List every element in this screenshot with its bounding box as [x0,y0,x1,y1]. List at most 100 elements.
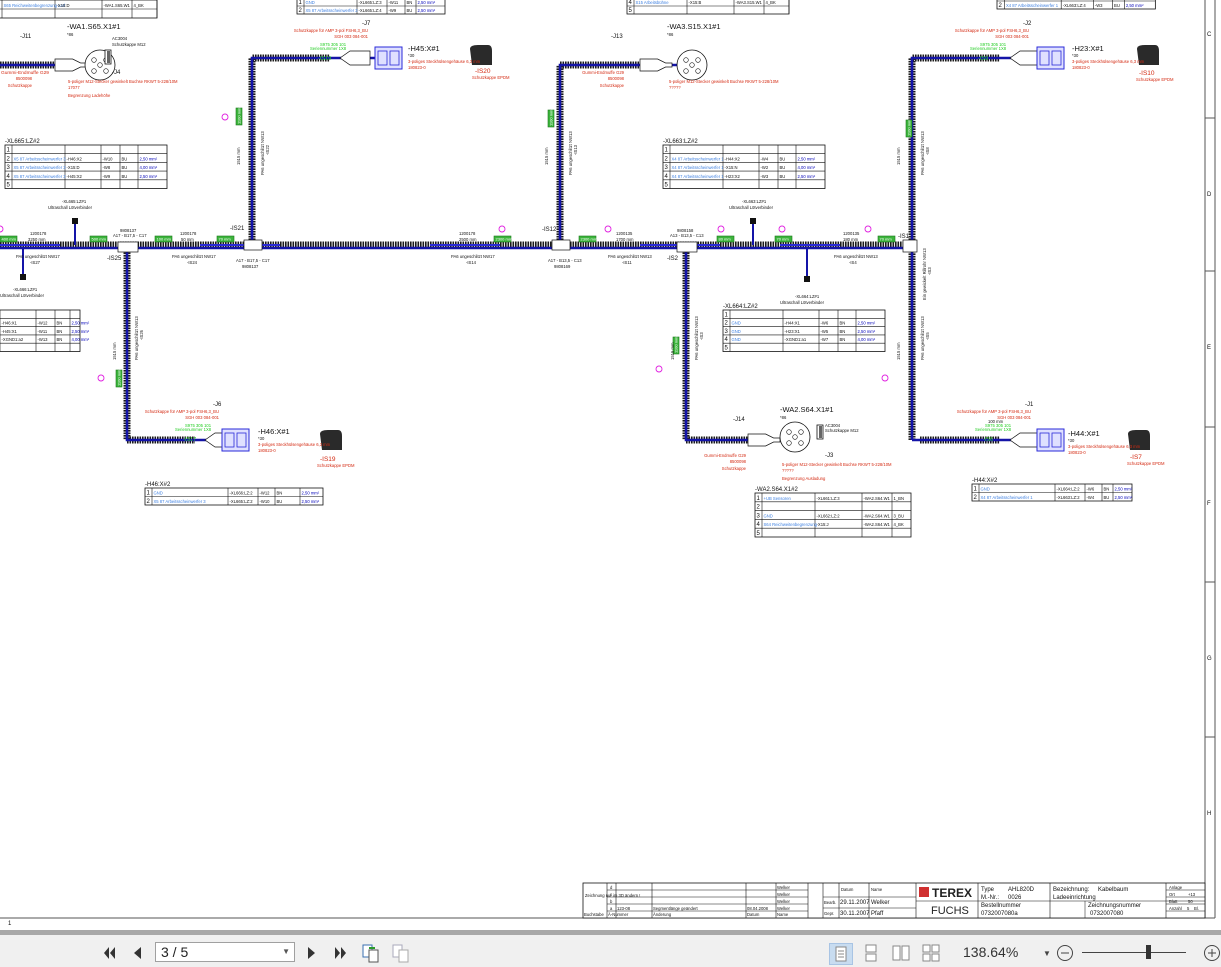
segment-length: 3250 mm [28,237,46,242]
previous-page-button[interactable] [128,943,146,963]
continuous-facing-view-button[interactable] [920,943,942,963]
boot-name: Schutzkappe für AMP 3-pol FSH6,3_BU [955,28,1029,33]
segment-id: -IS22 [265,144,270,155]
table-cell: -X15:D [57,3,70,8]
zoom-dropdown-icon[interactable]: ▼ [1042,943,1052,963]
table-cell: BU [122,165,128,170]
boot-id: -J13 [611,34,623,40]
plus-circle-icon [1204,945,1220,961]
mnr-value: 0026 [1008,895,1022,901]
length-tag: 2300 mm [493,235,513,243]
connector-code: *86 [780,415,787,420]
connector-title: -H45:X#1 [408,44,440,53]
zoom-out-button[interactable] [1056,943,1074,963]
segment-type: PA6 ungeschlitzt NW17 [451,254,495,259]
revision-header: Buchstabe [584,912,604,917]
table-cell: BN [840,337,846,342]
chevron-down-icon[interactable]: ▼ [282,943,290,961]
table-cell: -W11 [38,329,48,334]
table-cell: -XGND1:a2 [2,337,24,342]
segment-length: 2500 mm [459,237,477,242]
label: Type [981,887,995,893]
boot-name: Gummi-Endmuffe G29 [582,70,624,75]
revision-name: Welker [777,892,791,897]
length-tag: 80 mm [716,235,735,243]
connector-title: -H23:X#1 [1072,44,1104,53]
table-cell: 2,50 mm² [418,8,436,13]
next-page-icon [308,947,315,959]
boot-id: -J11 [20,34,32,40]
bestell-value: 0732007080a [981,911,1018,917]
revision-change: Segmentlänge geändert [653,906,699,911]
length-tag-text: 80 mm [719,237,732,242]
zoom-in-button[interactable] [1203,943,1221,963]
segment-part: 1200178 [30,231,47,236]
table-cell: 1_BN [894,496,904,501]
length-tag: 70 mm [774,235,793,243]
single-page-view-button[interactable] [829,943,853,965]
segment-length: 50 mm [181,237,194,242]
table-cell: -WA2.S64.W1 [864,513,891,518]
brand-fuchs: FUCHS [931,905,969,917]
cap-name: Schutzkappe EPDM [1127,461,1165,466]
segment-type: PA6 ungeschlitzt NW17 [16,254,60,259]
cap-name: Schutzkappe EPDM [472,75,510,80]
next-view-icon [392,944,409,963]
cable-harness [0,54,1037,444]
cap-id: -J3 [825,453,834,459]
page-number-input[interactable]: 3 / 5 ▼ [155,942,295,962]
zoom-slider-thumb[interactable] [1145,945,1151,959]
table-cell: -X15:D [67,165,80,170]
bezeichnung-value: Kabelbaum [1098,887,1128,893]
next-view-button[interactable] [390,943,412,963]
title-note: Zeichnung nur im 3D ändern ! [585,893,640,898]
segment-id: -IS27 [30,260,41,265]
segment-part: 1200135 [616,231,633,236]
tee-id: -IS12 [542,227,557,233]
seal-id: -IS9 [978,56,988,62]
boot-id: -J6 [213,402,222,408]
table-cell: X4 87 Arbeitsscheinwerfer 1 [672,165,725,170]
zoom-level[interactable]: 138.64% [963,944,1018,960]
connector-desc: 3-poliges Steckhülsengehäuse 6,3 mm [1072,59,1145,64]
last-page-icon [335,947,346,959]
blatt-value: 50 [1188,899,1193,904]
previous-view-button[interactable] [360,943,382,963]
table-cell: 2,50 mm² [140,174,158,179]
boot-type: Schutzkappe [722,466,747,471]
table-cell: BU [1104,495,1110,500]
title-block: Zeichnung nur im 3D ändern !dcbaWelkerWe… [582,882,1206,919]
table-cell: 4_BK [134,3,144,8]
cap-id: -J4 [112,70,121,76]
segment-id: -IS24 [187,260,198,265]
wire-table: -H44:X#21 GND -XL664:LZ:2 -W6 BN 2,50 mm²2 X4 … [971,478,1133,502]
table-cell: 4,00 mm² [798,165,816,170]
continuous-view-button[interactable] [860,943,882,963]
last-page-button[interactable] [330,943,350,963]
table-cell: X5 87 Arbeitsscheinwerfer 3 [14,165,67,170]
boot-id: -J2 [1023,21,1032,27]
plug-housing-icon [1009,50,1041,66]
segment-length: 1515 mm [544,147,549,165]
revision-header: Name [777,912,789,917]
segment-length: 1515 mm [896,147,901,165]
table-cell: X4 87 Arbeitsscheinwerfer 1 [981,495,1034,500]
zone-label: E [1207,345,1211,351]
table-cell: -W12 [260,491,271,496]
segment-type: PA6 ungeschlitzt NW13 [608,254,652,259]
table-cell: 2,50 mm² [858,329,876,334]
table-cell: BU [780,156,786,161]
tee-label: A17 - B17,5 - C17 [236,258,270,263]
next-page-button[interactable] [303,943,321,963]
connector-code: *86 [67,32,74,37]
table-cell: GND [732,337,741,342]
segment-length: 1515 mm [896,342,901,360]
segment-part: 1200135 [843,231,860,236]
tee-id: -IS1 [898,234,910,240]
first-page-button[interactable] [100,943,120,963]
wire-table: -XL664:LZ#212 GND -H44:X1 -W6 BN 2,50 mm²3 GND… [722,304,886,352]
facing-view-button[interactable] [890,943,912,963]
zoom-slider-track[interactable] [1082,952,1186,953]
connector-desc: 5-poliger M12-Stecker gewinkelt Buchse R… [68,79,178,84]
connector-title: -H44:X#1 [1068,429,1100,438]
